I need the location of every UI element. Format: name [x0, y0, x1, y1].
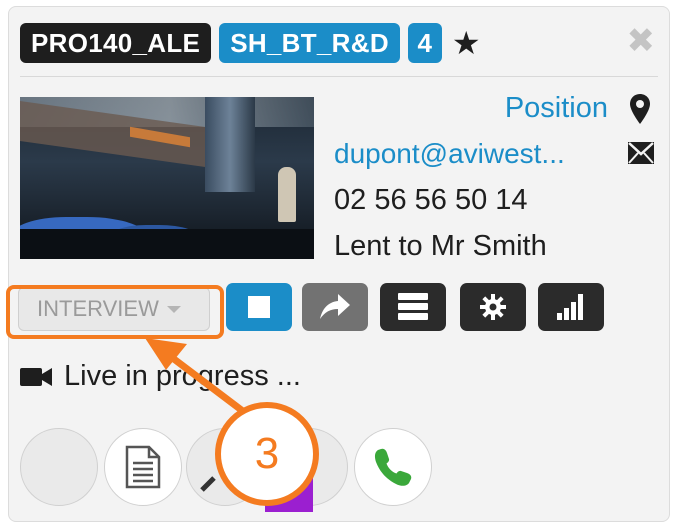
- annotation-highlight-box: [6, 285, 224, 339]
- video-preview[interactable]: [20, 97, 314, 259]
- list-icon: [398, 293, 428, 320]
- star-icon[interactable]: ★: [452, 27, 481, 59]
- video-building: [205, 97, 255, 192]
- device-info: Position dupont@aviwest... 02 56 56 50 1…: [334, 92, 654, 282]
- list-button[interactable]: [380, 283, 446, 331]
- call-button[interactable]: [354, 428, 432, 506]
- lent-status: Lent to Mr Smith: [334, 230, 547, 262]
- gear-icon: [480, 294, 506, 320]
- annotation-step-badge: 3: [215, 402, 319, 506]
- stop-button[interactable]: [226, 283, 292, 331]
- signal-button[interactable]: [538, 283, 604, 331]
- document-button[interactable]: [104, 428, 182, 506]
- video-ground: [20, 229, 314, 259]
- phone-number: 02 56 56 50 14: [334, 184, 528, 216]
- close-icon[interactable]: ✖: [627, 24, 656, 58]
- group-tag[interactable]: SH_BT_R&D: [219, 23, 400, 63]
- header-divider: [20, 76, 658, 77]
- map-pin-icon[interactable]: [628, 94, 652, 124]
- phone-icon: [374, 448, 412, 486]
- email-link[interactable]: dupont@aviwest...: [334, 138, 565, 170]
- settings-button[interactable]: [460, 283, 526, 331]
- video-person: [278, 167, 296, 222]
- position-link[interactable]: Position: [505, 92, 608, 125]
- signal-icon: [557, 294, 583, 320]
- mail-icon[interactable]: [628, 142, 654, 164]
- share-button[interactable]: [302, 283, 368, 331]
- device-name-tag[interactable]: PRO140_ALE: [20, 23, 212, 63]
- live-status: Live in progress ...: [20, 360, 301, 393]
- action-circle-blank[interactable]: [20, 428, 98, 506]
- card-header: PRO140_ALE SH_BT_R&D 4 ★: [20, 22, 481, 64]
- share-icon: [320, 294, 350, 319]
- count-badge[interactable]: 4: [407, 23, 442, 63]
- document-icon: [125, 445, 161, 489]
- stop-icon: [248, 296, 270, 318]
- live-status-text: Live in progress ...: [64, 360, 301, 392]
- video-camera-icon: [20, 367, 52, 386]
